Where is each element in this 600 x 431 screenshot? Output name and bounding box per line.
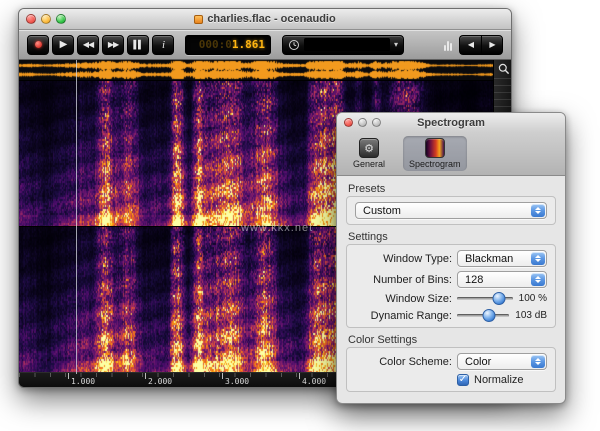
window-size-label: Window Size: <box>355 293 452 305</box>
window-type-value: Blackman <box>465 253 513 265</box>
main-toolbar: ▶ ◀◀ ▶▶ ▌▌ i 000:01.861 ▾ ◀ ▶ <box>19 30 511 60</box>
time-tick: 1.000 <box>71 377 95 386</box>
window-type-label: Window Type: <box>355 253 452 265</box>
fast-forward-button[interactable]: ▶▶ <box>102 35 124 55</box>
dynamic-range-label: Dynamic Range: <box>355 310 452 322</box>
window-title: charlies.flac - ocenaudio <box>19 13 511 25</box>
tab-spectrogram[interactable]: Spectrogram <box>403 136 467 171</box>
dialog-tabbar: ⚙ General Spectrogram <box>337 132 565 176</box>
dialog-content: Presets Custom Settings Window Type: Bla… <box>337 176 565 399</box>
color-settings-section: Color Settings Color Scheme: Color ✓ Nor… <box>346 334 556 392</box>
level-meter-icon <box>444 39 452 51</box>
spectrogram-tab-icon <box>425 138 445 158</box>
time-display-dim: 000:0 <box>199 38 232 51</box>
dialog-close-button[interactable] <box>344 118 353 127</box>
select-arrows-icon <box>531 252 545 265</box>
watermark: www.kkx.net <box>241 222 313 234</box>
rewind-button[interactable]: ◀◀ <box>77 35 99 55</box>
time-tick: 4.000 <box>302 377 326 386</box>
presets-select[interactable]: Custom <box>355 202 547 219</box>
dialog-zoom-button <box>372 118 381 127</box>
settings-label: Settings <box>348 231 556 243</box>
window-type-select[interactable]: Blackman <box>457 250 547 267</box>
general-icon: ⚙ <box>359 138 379 158</box>
color-scheme-label: Color Scheme: <box>355 356 452 368</box>
magnifier-icon <box>498 63 510 75</box>
dynamic-range-slider[interactable] <box>457 309 509 322</box>
pause-icon: ▌▌ <box>133 40 142 49</box>
selection-display <box>304 38 390 51</box>
fast-forward-icon: ▶▶ <box>108 40 118 49</box>
info-icon: i <box>162 39 164 51</box>
zoom-tool-button[interactable] <box>494 60 513 78</box>
window-size-value: 100 % <box>519 293 547 304</box>
number-of-bins-select[interactable]: 128 <box>457 271 547 288</box>
normalize-label: Normalize <box>474 374 524 386</box>
number-of-bins-value: 128 <box>465 274 483 286</box>
nav-back-button[interactable]: ◀ <box>459 35 481 55</box>
select-arrows-icon <box>531 204 545 217</box>
nav-back-icon: ◀ <box>468 40 473 49</box>
tab-general-label: General <box>353 159 385 169</box>
presets-section: Presets Custom <box>346 183 556 225</box>
document-icon <box>194 15 203 24</box>
number-of-bins-label: Number of Bins: <box>355 274 452 286</box>
dynamic-range-value: 103 dB <box>515 310 547 321</box>
normalize-checkbox[interactable]: ✓ <box>457 374 469 386</box>
slider-thumb[interactable] <box>493 292 506 305</box>
chevron-down-icon: ▾ <box>394 40 398 49</box>
time-tick: 2.000 <box>148 377 172 386</box>
time-display: 000:01.861 <box>185 35 271 55</box>
main-titlebar[interactable]: charlies.flac - ocenaudio <box>19 9 511 30</box>
select-arrows-icon <box>531 273 545 286</box>
playhead-cursor[interactable] <box>76 60 77 374</box>
settings-section: Settings Window Type: Blackman Number of… <box>346 231 556 328</box>
selection-dropdown[interactable]: ▾ <box>282 35 404 55</box>
zoom-button[interactable] <box>56 14 66 24</box>
close-button[interactable] <box>26 14 36 24</box>
record-icon <box>35 41 42 48</box>
select-arrows-icon <box>531 355 545 368</box>
slider-thumb[interactable] <box>483 309 496 322</box>
pause-button[interactable]: ▌▌ <box>127 35 149 55</box>
rewind-icon: ◀◀ <box>83 40 93 49</box>
play-button[interactable]: ▶ <box>52 35 74 55</box>
dialog-minimize-button <box>358 118 367 127</box>
normalize-row: ✓ Normalize <box>457 374 547 386</box>
dialog-titlebar[interactable]: Spectrogram <box>337 113 565 132</box>
presets-label: Presets <box>348 183 556 195</box>
color-scheme-value: Color <box>465 356 491 368</box>
nav-forward-icon: ▶ <box>489 40 494 49</box>
nav-segment: ◀ ▶ <box>459 35 503 55</box>
tab-spectrogram-label: Spectrogram <box>409 159 461 169</box>
color-settings-label: Color Settings <box>348 334 556 346</box>
time-display-value: 1.861 <box>232 38 265 51</box>
play-icon: ▶ <box>60 39 67 50</box>
nav-forward-button[interactable]: ▶ <box>481 35 503 55</box>
desktop: charlies.flac - ocenaudio ▶ ◀◀ ▶▶ ▌▌ i 0… <box>0 0 600 431</box>
info-button[interactable]: i <box>152 35 174 55</box>
presets-select-value: Custom <box>363 205 401 217</box>
time-tick: 3.000 <box>225 377 249 386</box>
record-button[interactable] <box>27 35 49 55</box>
waveform-overview[interactable] <box>19 60 493 80</box>
tab-general[interactable]: ⚙ General <box>347 136 391 171</box>
color-scheme-select[interactable]: Color <box>457 353 547 370</box>
window-size-slider[interactable] <box>457 292 513 305</box>
clock-icon <box>288 39 300 51</box>
spectrogram-dialog: Spectrogram ⚙ General Spectrogram Preset… <box>336 112 566 404</box>
minimize-button[interactable] <box>41 14 51 24</box>
